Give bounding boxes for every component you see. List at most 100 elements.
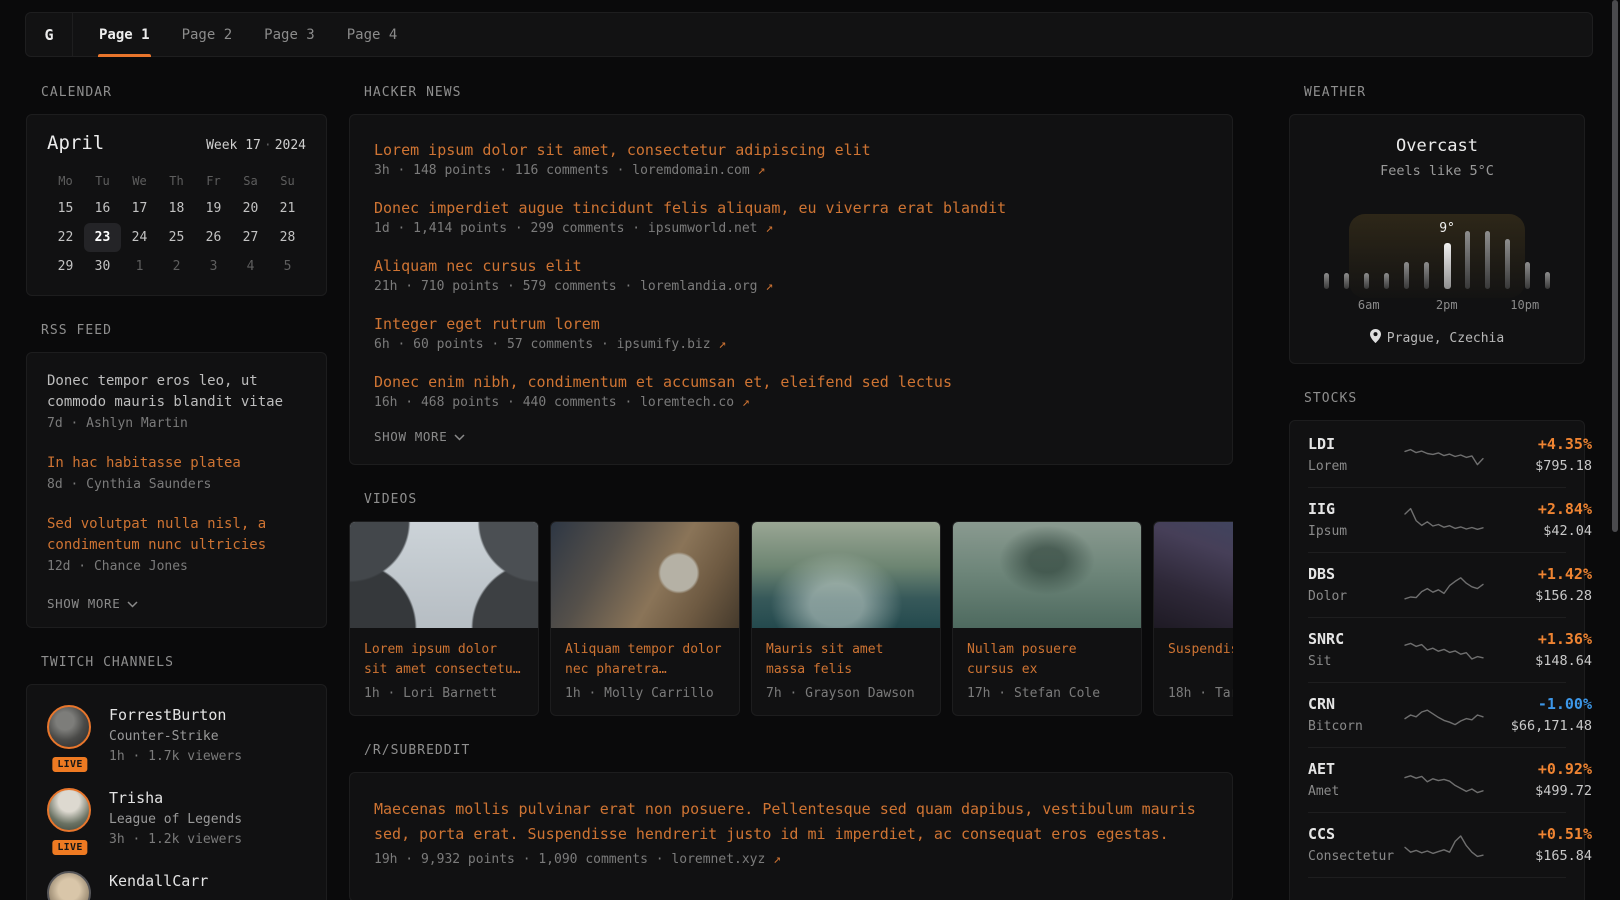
video-card[interactable]: Nullam posuere cursus ex 17h · Stefan Co… <box>952 521 1142 716</box>
stock-row[interactable]: SNRCSit +1.36%$148.64 <box>1308 617 1566 682</box>
rss-item: Sed volutpat nulla nisl, a condimentum n… <box>47 514 306 577</box>
video-title[interactable]: Aliquam tempor dolor nec pharetra… <box>565 640 725 680</box>
hacker-news-section: HACKER NEWS Lorem ipsum dolor sit amet, … <box>349 85 1233 465</box>
rss-item-meta: 12d · Chance Jones <box>47 557 306 577</box>
hn-story-link[interactable]: Lorem ipsum dolor sit amet, consectetur … <box>374 139 1208 161</box>
app-logo[interactable]: G <box>26 13 73 56</box>
stock-symbol[interactable]: CCS <box>1308 824 1404 845</box>
calendar-day: 18 <box>158 194 195 223</box>
avatar[interactable] <box>47 871 91 900</box>
stock-change: +1.42% <box>1484 564 1592 585</box>
weekday-label: Fr <box>195 168 232 194</box>
tab-page-1[interactable]: Page 1 <box>83 13 166 56</box>
video-card[interactable]: Lorem ipsum dolor sit amet consectetu… 1… <box>349 521 539 716</box>
stock-row[interactable]: LDILorem +4.35%$795.18 <box>1308 423 1566 487</box>
external-link-icon: ↗ <box>742 395 750 410</box>
stock-sparkline <box>1404 567 1484 603</box>
stock-row[interactable]: AHS +0.46% <box>1308 877 1566 900</box>
twitch-channel-row[interactable]: LIVE Trisha League of Legends 3h · 1.2k … <box>47 788 306 850</box>
stock-price: $42.04 <box>1484 522 1592 541</box>
rss-section: RSS FEED Donec tempor eros leo, ut commo… <box>26 323 327 628</box>
hn-story-meta: 1d · 1,414 points · 299 comments · ipsum… <box>374 219 1208 239</box>
stocks-card: LDILorem +4.35%$795.18 IIGIpsum +2.84%$4… <box>1289 420 1585 900</box>
stock-row[interactable]: CRNBitcorn -1.00%$66,171.48 <box>1308 682 1566 747</box>
stock-symbol[interactable]: AET <box>1308 759 1404 780</box>
subreddit-post-link[interactable]: Maecenas mollis pulvinar erat non posuer… <box>374 797 1208 847</box>
stock-row[interactable]: DBSDolor +1.42%$156.28 <box>1308 552 1566 617</box>
videos-section-title: VIDEOS <box>349 492 1233 508</box>
video-thumbnail[interactable] <box>551 522 739 628</box>
calendar-month: April <box>47 132 104 154</box>
hn-story-link[interactable]: Aliquam nec cursus elit <box>374 255 1208 277</box>
rss-item-link[interactable]: In hac habitasse platea <box>47 453 306 474</box>
scrollbar-thumb[interactable] <box>1612 0 1618 532</box>
stock-symbol[interactable]: CRN <box>1308 694 1404 715</box>
hn-story-link[interactable]: Integer eget rutrum lorem <box>374 313 1208 335</box>
channel-name[interactable]: Trisha <box>109 788 242 808</box>
video-title[interactable]: Nullam posuere cursus ex <box>967 640 1127 680</box>
weather-hourly-chart: 9° 6am2pm10pm <box>1320 209 1554 314</box>
hn-story-link[interactable]: Donec enim nibh, condimentum et accumsan… <box>374 371 1208 393</box>
calendar-grid: Mo Tu We Th Fr Sa Su 15 16 17 18 19 20 2… <box>47 168 306 281</box>
calendar-day-next-month: 2 <box>158 252 195 281</box>
calendar-day: 17 <box>121 194 158 223</box>
calendar-widget: April Week 17·2024 Mo Tu We Th Fr Sa Su … <box>26 114 327 296</box>
calendar-week-year: Week 17·2024 <box>206 138 306 153</box>
video-card[interactable]: Aliquam tempor dolor nec pharetra… 1h · … <box>550 521 740 716</box>
channel-name[interactable]: ForrestBurton <box>109 705 242 725</box>
video-thumbnail[interactable] <box>752 522 940 628</box>
tab-page-2[interactable]: Page 2 <box>166 13 249 56</box>
rss-item: Donec tempor eros leo, ut commodo mauris… <box>47 371 306 434</box>
video-title[interactable]: Lorem ipsum dolor sit amet consectetu… <box>364 640 524 680</box>
stock-price: $66,171.48 <box>1484 717 1592 736</box>
video-card[interactable]: Suspendisse diam 18h · Tara <box>1153 521 1233 716</box>
weekday-label: We <box>121 168 158 194</box>
twitch-channel-row[interactable]: KendallCarr <box>47 871 306 900</box>
avatar[interactable] <box>47 705 91 749</box>
calendar-day-next-month: 4 <box>232 252 269 281</box>
stock-symbol[interactable]: IIG <box>1308 499 1404 520</box>
channel-name[interactable]: KendallCarr <box>109 871 208 891</box>
twitch-channel-row[interactable]: LIVE ForrestBurton Counter-Strike 1h · 1… <box>47 705 306 767</box>
video-thumbnail[interactable] <box>350 522 538 628</box>
video-thumbnail[interactable] <box>1154 522 1233 628</box>
stock-sparkline <box>1404 502 1484 538</box>
calendar-day: 15 <box>47 194 84 223</box>
video-title[interactable]: Suspendisse diam <box>1168 640 1233 680</box>
hacker-news-card: Lorem ipsum dolor sit amet, consectetur … <box>349 114 1233 465</box>
avatar[interactable] <box>47 788 91 832</box>
stock-row[interactable]: CCSConsectetur +0.51%$165.84 <box>1308 812 1566 877</box>
stock-change: -1.00% <box>1484 694 1592 715</box>
stock-name: Bitcorn <box>1308 717 1404 736</box>
video-title[interactable]: Mauris sit amet massa felis <box>766 640 926 680</box>
video-meta: 18h · Tara <box>1168 686 1233 701</box>
calendar-section: CALENDAR April Week 17·2024 Mo Tu We Th … <box>26 85 327 296</box>
hn-show-more-button[interactable]: SHOW MORE <box>374 429 1208 444</box>
stock-symbol[interactable]: AHS <box>1308 896 1404 900</box>
rss-item-link[interactable]: Sed volutpat nulla nisl, a condimentum n… <box>47 514 306 556</box>
calendar-day: 25 <box>158 223 195 252</box>
weather-bar <box>1403 262 1411 289</box>
stock-symbol[interactable]: DBS <box>1308 564 1404 585</box>
weather-hour-label: 2pm <box>1436 298 1458 312</box>
stock-change: +1.36% <box>1484 629 1592 650</box>
weather-hour-label: 10pm <box>1510 298 1539 312</box>
stock-row[interactable]: IIGIpsum +2.84%$42.04 <box>1308 487 1566 552</box>
stock-symbol[interactable]: SNRC <box>1308 629 1404 650</box>
calendar-day: 16 <box>84 194 121 223</box>
stock-row[interactable]: AETAmet +0.92%$499.72 <box>1308 747 1566 812</box>
rss-item-link[interactable]: Donec tempor eros leo, ut commodo mauris… <box>47 371 306 413</box>
stock-sparkline <box>1404 632 1484 668</box>
video-thumbnail[interactable] <box>953 522 1141 628</box>
stock-symbol[interactable]: LDI <box>1308 434 1404 455</box>
weather-bar: 9° <box>1443 243 1451 289</box>
video-card[interactable]: Mauris sit amet massa felis 7h · Grayson… <box>751 521 941 716</box>
channel-category: League of Legends <box>109 810 242 830</box>
calendar-day: 26 <box>195 223 232 252</box>
tab-page-4[interactable]: Page 4 <box>331 13 414 56</box>
hn-story-meta: 3h · 148 points · 116 comments · loremdo… <box>374 161 1208 181</box>
tab-page-3[interactable]: Page 3 <box>248 13 331 56</box>
stock-price: $795.18 <box>1484 457 1592 476</box>
rss-show-more-button[interactable]: SHOW MORE <box>47 596 306 611</box>
hn-story-link[interactable]: Donec imperdiet augue tincidunt felis al… <box>374 197 1208 219</box>
